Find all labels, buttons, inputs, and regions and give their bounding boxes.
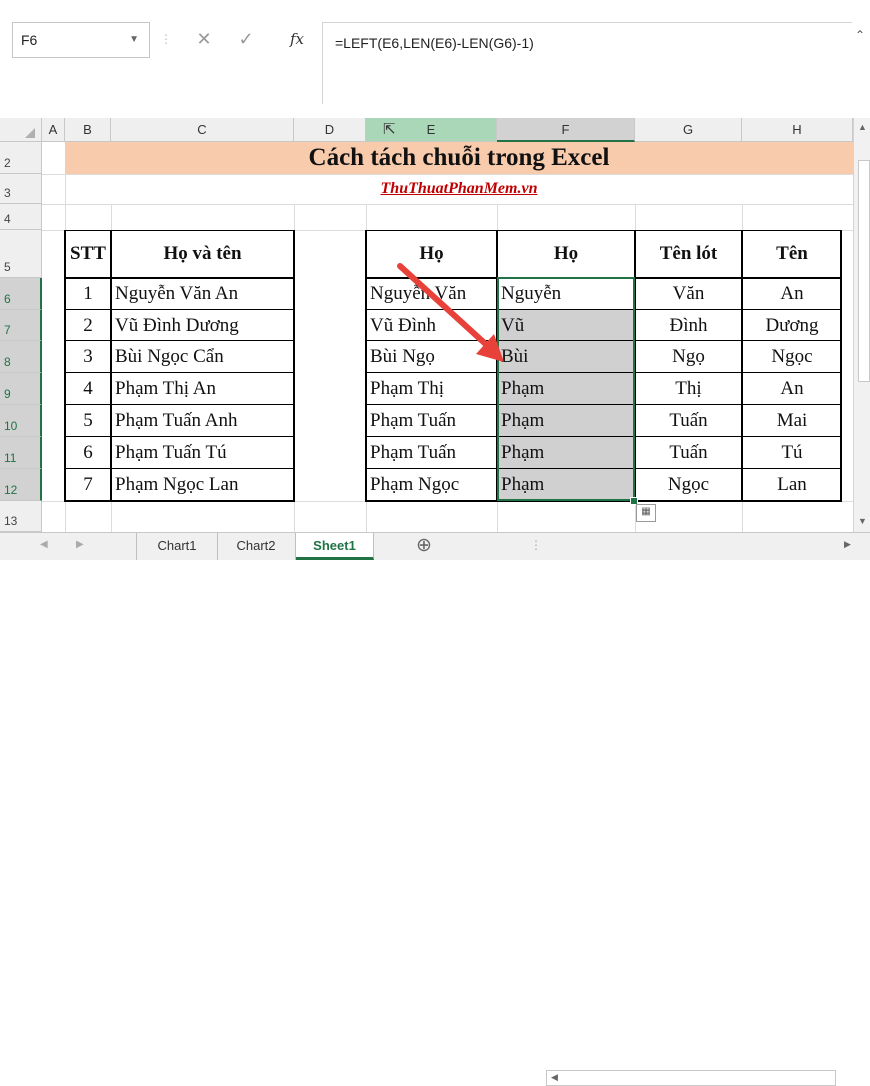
scroll-right-icon[interactable]: ▶ (844, 539, 851, 550)
enter-icon[interactable]: ✓ (234, 24, 258, 54)
row-header-9[interactable]: 9 (0, 373, 42, 405)
scroll-up-icon[interactable]: ▲ (858, 122, 867, 132)
horizontal-scrollbar[interactable]: ◀ (546, 1070, 836, 1086)
first-name-cell[interactable]: An (742, 373, 842, 405)
tab-scroll-left-icon[interactable]: ◀ (40, 539, 48, 550)
header-ho-va-ten[interactable]: Họ và tên (111, 230, 294, 278)
row-header-7[interactable]: 7 (0, 310, 42, 341)
column-header-b[interactable]: B (65, 118, 111, 142)
formula-bar-area: F6 ▼ ⋮ ✕ ✓ fx =LEFT(E6,LEN(E6)-LEN(G6)-1… (0, 0, 870, 119)
middle-name-cell[interactable]: Thị (635, 373, 742, 405)
middle-name-cell[interactable]: Ngọ (635, 341, 742, 373)
worksheet-grid[interactable]: A B C D E F G H ⇱ 2 3 4 5 6 7 8 9 10 11 … (0, 118, 870, 532)
sheet-title[interactable]: Cách tách chuỗi trong Excel (65, 142, 853, 174)
row-header-2[interactable]: 2 (0, 142, 42, 174)
first-name-cell[interactable]: Tú (742, 437, 842, 469)
first-name-cell[interactable]: Mai (742, 405, 842, 437)
mouse-cursor-icon: ⇱ (383, 121, 396, 138)
row-header-12[interactable]: 12 (0, 469, 42, 501)
sheet-tab-bar: ◀ ▶ Chart1 Chart2 Sheet1 ⊕ ⋮ ◀ ▶ (0, 532, 870, 1086)
fx-icon[interactable]: fx (282, 24, 312, 54)
row-header-3[interactable]: 3 (0, 174, 42, 204)
grip-icon: ⋮ (530, 538, 542, 552)
header-ten[interactable]: Tên (742, 230, 842, 278)
full-name-cell[interactable]: Phạm Thị An (111, 373, 294, 405)
middle-name-cell[interactable]: Ngọc (635, 469, 742, 501)
first-name-cell[interactable]: Dương (742, 310, 842, 341)
first-name-cell[interactable]: Ngọc (742, 341, 842, 373)
column-header-g[interactable]: G (635, 118, 742, 142)
first-name-cell[interactable]: An (742, 278, 842, 310)
source-cell[interactable]: Phạm Thị (366, 373, 497, 405)
full-name-cell[interactable]: Phạm Tuấn Tú (111, 437, 294, 469)
middle-name-cell[interactable]: Tuấn (635, 405, 742, 437)
cancel-icon[interactable]: ✕ (192, 24, 216, 54)
tab-chart2[interactable]: Chart2 (217, 533, 296, 560)
tab-chart1[interactable]: Chart1 (136, 533, 218, 560)
quick-analysis-icon[interactable]: ▦ (636, 504, 656, 522)
formula-input[interactable]: =LEFT(E6,LEN(E6)-LEN(G6)-1) (322, 22, 852, 104)
stt-cell[interactable]: 7 (65, 469, 111, 501)
full-name-cell[interactable]: Phạm Ngọc Lan (111, 469, 294, 501)
full-name-cell[interactable]: Nguyễn Văn An (111, 278, 294, 310)
middle-name-cell[interactable]: Tuấn (635, 437, 742, 469)
source-cell[interactable]: Phạm Tuấn (366, 405, 497, 437)
row-header-11[interactable]: 11 (0, 437, 42, 469)
tab-scroll-right-icon[interactable]: ▶ (76, 539, 84, 550)
full-name-cell[interactable]: Vũ Đình Dương (111, 310, 294, 341)
middle-name-cell[interactable]: Đình (635, 310, 742, 341)
source-cell[interactable]: Phạm Ngọc (366, 469, 497, 501)
stt-cell[interactable]: 2 (65, 310, 111, 341)
stt-cell[interactable]: 6 (65, 437, 111, 469)
column-header-a[interactable]: A (42, 118, 65, 142)
column-header-d[interactable]: D (294, 118, 366, 142)
select-all-corner[interactable] (0, 118, 42, 142)
header-stt[interactable]: STT (65, 230, 111, 278)
scroll-left-icon[interactable]: ◀ (551, 1072, 558, 1083)
row-header-5[interactable]: 5 (0, 230, 42, 278)
row-header-4[interactable]: 4 (0, 204, 42, 230)
annotation-arrow-icon (397, 263, 504, 362)
column-header-f[interactable]: F (497, 118, 635, 142)
chevron-down-icon[interactable]: ▼ (129, 23, 139, 57)
row-header-10[interactable]: 10 (0, 405, 42, 437)
scroll-down-icon[interactable]: ▼ (858, 516, 867, 526)
row-header-6[interactable]: 6 (0, 278, 42, 310)
row-header-13[interactable]: 13 (0, 501, 42, 532)
tab-sheet1[interactable]: Sheet1 (296, 533, 374, 560)
stt-cell[interactable]: 4 (65, 373, 111, 405)
row-header-8[interactable]: 8 (0, 341, 42, 373)
middle-name-cell[interactable]: Văn (635, 278, 742, 310)
source-cell[interactable]: Phạm Tuấn (366, 437, 497, 469)
sheet-subtitle-link[interactable]: ThuThuatPhanMem.vn (65, 174, 853, 204)
column-header-c[interactable]: C (111, 118, 294, 142)
stt-cell[interactable]: 5 (65, 405, 111, 437)
header-ten-lot[interactable]: Tên lót (635, 230, 742, 278)
name-box[interactable]: F6 ▼ (12, 22, 150, 58)
full-name-cell[interactable]: Phạm Tuấn Anh (111, 405, 294, 437)
full-name-cell[interactable]: Bùi Ngọc Cẩn (111, 341, 294, 373)
first-name-cell[interactable]: Lan (742, 469, 842, 501)
name-box-value: F6 (21, 32, 38, 48)
stt-cell[interactable]: 3 (65, 341, 111, 373)
grip-icon: ⋮ (160, 32, 172, 46)
vertical-scroll-thumb[interactable] (858, 160, 870, 382)
stt-cell[interactable]: 1 (65, 278, 111, 310)
column-header-h[interactable]: H (742, 118, 853, 142)
collapse-formula-bar-icon[interactable]: ⌃ (855, 28, 865, 42)
add-sheet-icon[interactable]: ⊕ (416, 534, 432, 557)
